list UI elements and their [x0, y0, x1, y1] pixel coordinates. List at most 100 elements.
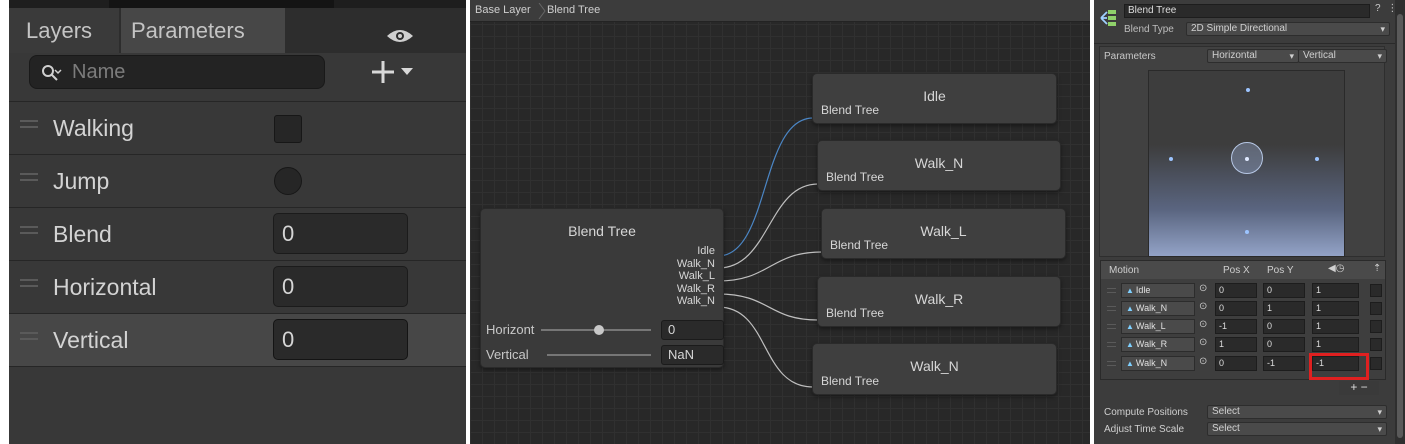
motion-point[interactable] — [1245, 157, 1249, 161]
float-value-field[interactable]: 0 — [273, 213, 408, 254]
motion-clip-field[interactable]: ▲ Walk_N — [1121, 301, 1195, 316]
target-icon[interactable]: ⊙ — [1199, 356, 1211, 370]
param-y-dropdown[interactable]: Vertical — [1298, 49, 1387, 63]
slider-value-field[interactable]: 0 — [661, 320, 724, 340]
motion-point[interactable] — [1245, 230, 1249, 234]
speed-field[interactable]: 1 — [1312, 283, 1359, 298]
parameter-name: Jump — [53, 168, 110, 194]
drag-handle-icon[interactable] — [20, 173, 38, 185]
node-subtitle: Blend Tree — [821, 374, 880, 388]
horizontal-slider[interactable] — [541, 324, 651, 336]
drag-handle-icon[interactable] — [20, 120, 38, 132]
eye-icon[interactable] — [385, 28, 415, 44]
pos-y-field[interactable]: 0 — [1263, 283, 1305, 298]
inspector-scrollbar[interactable] — [1395, 0, 1405, 444]
mirror-checkbox[interactable] — [1370, 284, 1382, 297]
clock-icon: ◀◷ — [1328, 263, 1345, 274]
drag-handle-icon[interactable] — [20, 279, 38, 291]
pos-x-field[interactable]: 0 — [1215, 301, 1257, 316]
pos-x-field[interactable]: 0 — [1215, 283, 1257, 298]
motion-clip-field[interactable]: ▲ Walk_N — [1121, 356, 1195, 371]
tab-parameters[interactable]: Parameters — [121, 8, 285, 53]
motion-node-idle[interactable]: Idle Blend Tree — [812, 73, 1057, 124]
tab-layers[interactable]: Layers — [9, 8, 119, 53]
blend-type-dropdown[interactable]: 2D Simple Directional — [1186, 22, 1390, 36]
parameter-row-jump[interactable]: Jump — [9, 154, 466, 207]
search-input[interactable]: Name — [29, 55, 325, 89]
motion-row[interactable]: ▲ Walk_R ⊙ 1 0 1 — [1101, 336, 1385, 353]
parameter-row-horizontal[interactable]: Horizontal 0 — [9, 260, 466, 313]
pos-y-field[interactable]: 0 — [1263, 337, 1305, 352]
mirror-icon: ⇡ — [1373, 263, 1382, 274]
drag-handle-icon[interactable] — [1107, 288, 1116, 293]
pos-y-field[interactable]: -1 — [1263, 356, 1305, 371]
slider-label: Horizont — [486, 322, 535, 337]
motion-node-walk-l[interactable]: Walk_L Blend Tree — [821, 208, 1066, 259]
target-icon[interactable]: ⊙ — [1199, 319, 1211, 333]
drag-handle-icon[interactable] — [20, 226, 38, 238]
node-title: Walk_L — [920, 223, 967, 239]
drag-handle-icon[interactable] — [1107, 361, 1116, 366]
output-port[interactable]: Walk_N — [677, 258, 715, 271]
slider-value-field[interactable]: NaN — [661, 345, 724, 365]
motion-clip-field[interactable]: ▲ Walk_R — [1121, 337, 1195, 352]
motion-point[interactable] — [1246, 88, 1250, 92]
motion-node-walk-r[interactable]: Walk_R Blend Tree — [817, 276, 1061, 327]
output-port[interactable]: Walk_R — [677, 283, 715, 296]
drag-handle-icon[interactable] — [1107, 306, 1116, 311]
search-icon — [42, 65, 62, 81]
target-icon[interactable]: ⊙ — [1199, 301, 1211, 315]
inspector-header: Blend Tree ? ⋮ Blend Type 2D Simple Dire… — [1094, 0, 1405, 44]
motion-clip-field[interactable]: ▲ Idle — [1121, 283, 1195, 298]
mirror-checkbox[interactable] — [1370, 357, 1382, 370]
parameter-row-blend[interactable]: Blend 0 — [9, 207, 466, 260]
plus-dropdown-icon[interactable] — [368, 56, 420, 88]
drag-handle-icon[interactable] — [1107, 324, 1116, 329]
scrollbar-thumb[interactable] — [1397, 14, 1403, 438]
speed-field[interactable]: 1 — [1312, 337, 1359, 352]
blend-space-visualization[interactable] — [1148, 70, 1345, 257]
name-field[interactable]: Blend Tree — [1124, 4, 1370, 18]
compute-positions-dropdown[interactable]: Select — [1207, 405, 1387, 419]
output-port[interactable]: Walk_L — [677, 270, 715, 283]
parameter-row-vertical[interactable]: Vertical 0 — [9, 313, 466, 366]
motion-point[interactable] — [1315, 157, 1319, 161]
motion-node-walk-n-2[interactable]: Walk_N Blend Tree — [812, 343, 1057, 395]
motion-row[interactable]: ▲ Walk_L ⊙ -1 0 1 — [1101, 318, 1385, 335]
mirror-checkbox[interactable] — [1370, 302, 1382, 315]
bool-checkbox[interactable] — [274, 115, 302, 143]
drag-handle-icon[interactable] — [1107, 342, 1116, 347]
drag-handle-icon[interactable] — [20, 332, 38, 344]
motion-node-walk-n[interactable]: Walk_N Blend Tree — [817, 140, 1061, 191]
output-port[interactable]: Walk_N — [677, 295, 715, 308]
motion-clip-field[interactable]: ▲ Walk_L — [1121, 319, 1195, 334]
speed-field[interactable]: 1 — [1312, 319, 1359, 334]
mirror-checkbox[interactable] — [1370, 320, 1382, 333]
mirror-checkbox[interactable] — [1370, 338, 1382, 351]
pos-x-field[interactable]: 1 — [1215, 337, 1257, 352]
trigger-radio[interactable] — [274, 167, 302, 195]
vertical-slider[interactable] — [547, 349, 651, 361]
target-icon[interactable]: ⊙ — [1199, 283, 1211, 297]
pos-y-field[interactable]: 1 — [1263, 301, 1305, 316]
blend-tree-node[interactable]: Blend Tree Idle Walk_N Walk_L Walk_R Wal… — [480, 208, 724, 368]
pos-x-field[interactable]: 0 — [1215, 356, 1257, 371]
blend-type-label: Blend Type — [1124, 24, 1174, 35]
node-title: Idle — [923, 88, 946, 104]
speed-field[interactable]: 1 — [1312, 301, 1359, 316]
parameter-row-walking[interactable]: Walking — [9, 101, 466, 154]
output-port[interactable]: Idle — [677, 245, 715, 258]
motion-row[interactable]: ▲ Walk_N ⊙ 0 1 1 — [1101, 300, 1385, 317]
adjust-time-scale-dropdown[interactable]: Select — [1207, 422, 1387, 436]
motion-row[interactable]: ▲ Idle ⊙ 0 0 1 — [1101, 282, 1385, 299]
pos-x-field[interactable]: -1 — [1215, 319, 1257, 334]
slider-label: Vertical — [486, 347, 529, 362]
add-remove-motion-buttons[interactable]: + − — [1339, 381, 1379, 395]
target-icon[interactable]: ⊙ — [1199, 337, 1211, 351]
pos-y-field[interactable]: 0 — [1263, 319, 1305, 334]
float-value-field[interactable]: 0 — [273, 319, 408, 360]
animator-graph[interactable]: Base Layer Blend Tree Blend Tree Idle Wa… — [470, 0, 1090, 444]
param-x-dropdown[interactable]: Horizontal — [1207, 49, 1299, 63]
motion-point[interactable] — [1169, 157, 1173, 161]
float-value-field[interactable]: 0 — [273, 266, 408, 307]
